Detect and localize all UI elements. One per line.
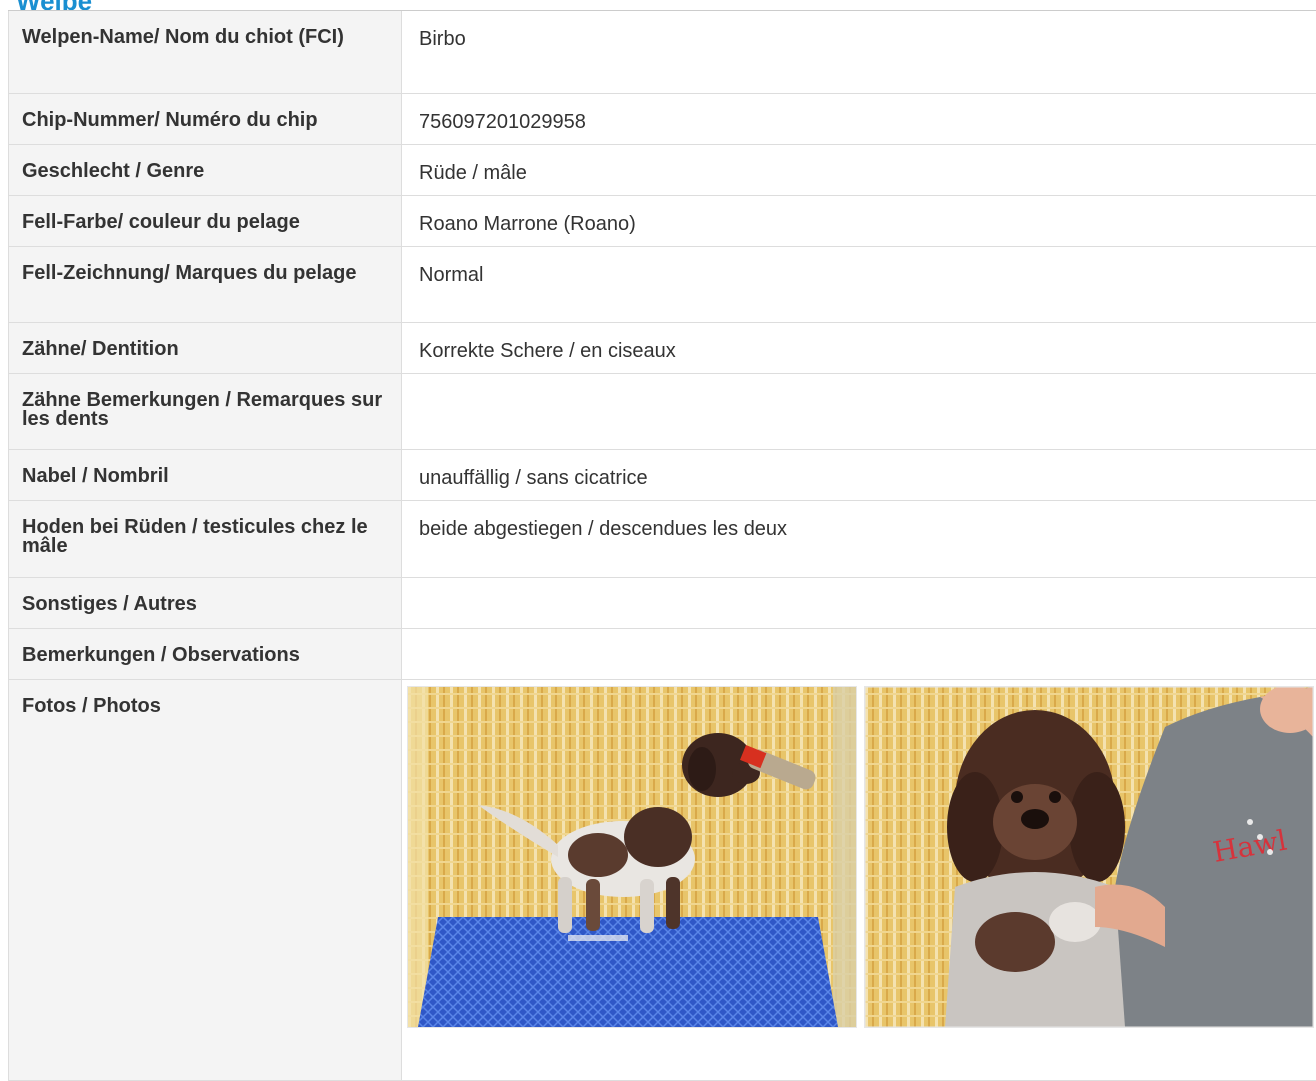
row-teeth: Zähne/ Dentition Korrekte Schere / en ci… xyxy=(8,323,1316,374)
label-name: Welpen-Name/ Nom du chiot (FCI) xyxy=(8,11,402,93)
value-teeth-remarks xyxy=(402,374,1316,449)
row-navel: Nabel / Nombril unauffällig / sans cicat… xyxy=(8,450,1316,501)
label-testicles: Hoden bei Rüden / testicules chez le mâl… xyxy=(8,501,402,577)
value-other xyxy=(402,578,1316,628)
row-testicles: Hoden bei Rüden / testicules chez le mâl… xyxy=(8,501,1316,578)
row-observations: Bemerkungen / Observations xyxy=(8,629,1316,680)
value-coat-markings: Normal xyxy=(419,264,484,286)
value-observations xyxy=(402,629,1316,679)
row-other: Sonstiges / Autres xyxy=(8,578,1316,629)
row-coat-markings: Fell-Zeichnung/ Marques du pelage Normal xyxy=(8,247,1316,323)
value-testicles: beide abgestiegen / descendues les deux xyxy=(419,518,788,540)
puppy-standing-icon xyxy=(408,687,856,1027)
label-navel: Nabel / Nombril xyxy=(8,450,402,500)
photos-container: Hawl xyxy=(402,680,1316,1080)
puppy-held-photo[interactable]: Hawl xyxy=(864,686,1314,1028)
label-photos: Fotos / Photos xyxy=(8,680,402,1080)
puppy-held-icon: Hawl xyxy=(865,687,1313,1027)
label-sex: Geschlecht / Genre xyxy=(8,145,402,195)
puppy-details-table: Welpen-Name/ Nom du chiot (FCI) Birbo Ch… xyxy=(8,10,1316,1081)
value-chip: 756097201029958 xyxy=(419,111,586,133)
row-teeth-remarks: Zähne Bemerkungen / Remarques sur les de… xyxy=(8,374,1316,450)
value-navel: unauffällig / sans cicatrice xyxy=(419,467,648,489)
value-sex: Rüde / mâle xyxy=(419,162,527,184)
puppy-standing-photo[interactable] xyxy=(407,686,857,1028)
label-chip: Chip-Nummer/ Numéro du chip xyxy=(8,94,402,144)
label-coat-markings: Fell-Zeichnung/ Marques du pelage xyxy=(8,247,402,322)
value-coat-color: Roano Marrone (Roano) xyxy=(419,213,636,235)
label-other: Sonstiges / Autres xyxy=(8,578,402,628)
row-sex: Geschlecht / Genre Rüde / mâle xyxy=(8,145,1316,196)
label-observations: Bemerkungen / Observations xyxy=(8,629,402,679)
row-chip: Chip-Nummer/ Numéro du chip 756097201029… xyxy=(8,94,1316,145)
row-name: Welpen-Name/ Nom du chiot (FCI) Birbo xyxy=(8,11,1316,94)
label-teeth-remarks: Zähne Bemerkungen / Remarques sur les de… xyxy=(8,374,402,449)
row-photos: Fotos / Photos Hawl xyxy=(8,680,1316,1081)
value-teeth: Korrekte Schere / en ciseaux xyxy=(419,340,676,362)
label-teeth: Zähne/ Dentition xyxy=(8,323,402,373)
value-name: Birbo xyxy=(419,28,466,50)
row-coat-color: Fell-Farbe/ couleur du pelage Roano Marr… xyxy=(8,196,1316,247)
label-coat-color: Fell-Farbe/ couleur du pelage xyxy=(8,196,402,246)
